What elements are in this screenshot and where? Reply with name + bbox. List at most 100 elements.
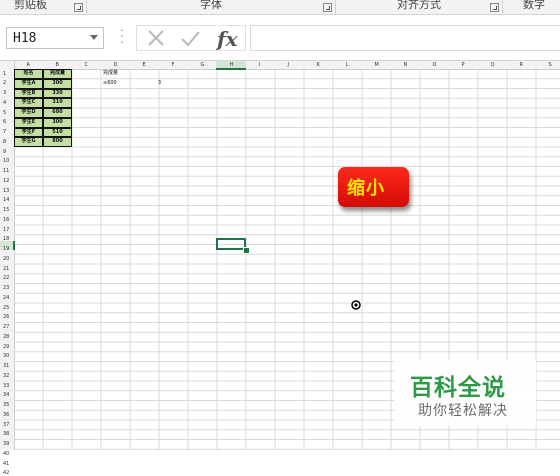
row-header-8[interactable]: 8 [3,139,6,145]
row-header-10[interactable]: 10 [3,159,9,164]
table-cell[interactable]: 学生G [14,137,43,147]
row-header-3[interactable]: 3 [3,91,6,96]
table-cell[interactable]: 300 [43,117,72,128]
row-header-30[interactable]: 30 [3,354,9,359]
enter-button[interactable] [175,27,205,51]
row-header-26[interactable]: 26 [3,315,9,320]
dialog-launcher-icon[interactable] [323,3,332,12]
row-header-33[interactable]: 33 [3,383,9,389]
row-header-32[interactable]: 32 [3,373,9,379]
row-header-37[interactable]: 37 [3,422,9,428]
row-header-13[interactable]: 13 [3,188,9,194]
table-cell[interactable]: 学生B [14,88,43,99]
criteria-header-cell[interactable]: 完成量 [101,69,132,79]
row-header-7[interactable]: 7 [3,130,6,135]
row-header-21[interactable]: 21 [3,266,9,272]
table-cell[interactable]: 680 [43,108,72,118]
column-header-p[interactable]: P [462,63,465,68]
row-header-20[interactable]: 20 [3,256,9,262]
table-cell[interactable]: 330 [43,88,72,99]
column-header-c[interactable]: C [85,63,89,68]
close-icon [148,30,164,46]
dialog-launcher-icon[interactable] [490,3,499,12]
column-header-e[interactable]: E [143,63,146,68]
table-cell[interactable]: 510 [43,127,72,138]
column-header-r[interactable]: R [520,63,523,68]
column-header-j[interactable]: J [288,63,289,68]
row-header-12[interactable]: 12 [3,178,9,184]
column-header-m[interactable]: M [375,63,379,68]
row-header-38[interactable]: 38 [3,432,9,437]
table-cell[interactable]: 学生E [14,117,43,128]
callout-text: 缩小 [347,178,385,199]
row-header-40[interactable]: 40 [3,451,9,457]
column-header-l[interactable]: L [346,63,349,68]
row-header-18[interactable]: 18 [3,237,9,242]
row-header-9[interactable]: 9 [3,149,6,155]
function-icon: fx [217,27,238,51]
insert-function-button[interactable]: fx [213,27,243,51]
criteria-cell[interactable]: ≥600 [101,79,132,89]
cursor-icon [351,300,361,310]
table-cell[interactable]: 学生C [14,98,43,108]
row-header-2[interactable]: 2 [3,81,6,86]
cancel-button[interactable] [141,27,171,51]
row-header-42[interactable]: 42 [3,471,9,476]
column-header-s[interactable]: S [549,63,552,68]
column-header-b[interactable]: B [56,63,59,68]
name-box[interactable]: H18 [6,27,104,49]
table-cell[interactable]: 800 [43,137,72,147]
dialog-launcher-icon[interactable] [74,3,83,12]
row-header-28[interactable]: 28 [3,334,9,340]
column-header-h[interactable]: H [230,63,234,68]
row-header-14[interactable]: 14 [3,198,9,203]
row-header-17[interactable]: 17 [3,227,9,233]
row-header-4[interactable]: 4 [3,100,6,106]
count-result-cell[interactable]: 3 [130,79,161,89]
table-header-cell[interactable]: 完成量 [43,69,72,79]
column-header-q[interactable]: Q [491,63,495,68]
column-header-g[interactable]: G [201,63,205,68]
row-header-6[interactable]: 6 [3,120,6,125]
table-cell[interactable]: 300 [43,78,72,89]
table-cell[interactable]: 学生D [14,108,43,118]
formula-bar: H18 · · · fx [0,15,560,61]
column-header-o[interactable]: O [433,63,437,68]
font-group-label: 字体 [200,0,222,11]
table-header-cell[interactable]: 姓名 [14,69,43,79]
row-header-22[interactable]: 22 [3,276,9,281]
row-header-25[interactable]: 25 [3,305,9,311]
column-header-n[interactable]: N [404,63,408,68]
row-header-41[interactable]: 41 [3,461,9,467]
row-header-19[interactable]: 19 [3,247,9,252]
row-header-11[interactable]: 11 [3,169,9,174]
chevron-down-icon[interactable] [90,35,98,40]
column-header-d[interactable]: D [114,63,118,68]
column-header-a[interactable]: A [27,63,30,68]
row-header-31[interactable]: 31 [3,364,9,369]
table-cell[interactable]: 学生A [14,78,43,89]
row-header-5[interactable]: 5 [3,110,6,116]
table-cell[interactable]: 学生F [14,127,43,138]
row-header-27[interactable]: 27 [3,325,9,330]
row-header-24[interactable]: 24 [3,295,9,301]
active-cell-border[interactable] [216,238,246,250]
row-header-16[interactable]: 16 [3,217,9,223]
row-header-34[interactable]: 34 [3,393,9,398]
column-header-k[interactable]: K [317,63,320,68]
row-header-1[interactable]: 1 [3,71,6,77]
row-header-23[interactable]: 23 [3,286,9,291]
column-header-i[interactable]: I [259,63,260,68]
formula-buttons: fx [136,25,246,51]
row-header-39[interactable]: 39 [3,442,9,447]
column-header-f[interactable]: F [172,63,175,68]
formula-input[interactable] [250,25,560,51]
row-header-35[interactable]: 35 [3,403,9,408]
fill-handle[interactable] [243,247,250,254]
row-header-15[interactable]: 15 [3,208,9,213]
selected-column-marker [216,68,246,70]
more-options-icon[interactable]: · · · [119,25,125,50]
table-cell[interactable]: 310 [43,98,72,108]
row-header-29[interactable]: 29 [3,344,9,350]
row-header-36[interactable]: 36 [3,412,9,418]
